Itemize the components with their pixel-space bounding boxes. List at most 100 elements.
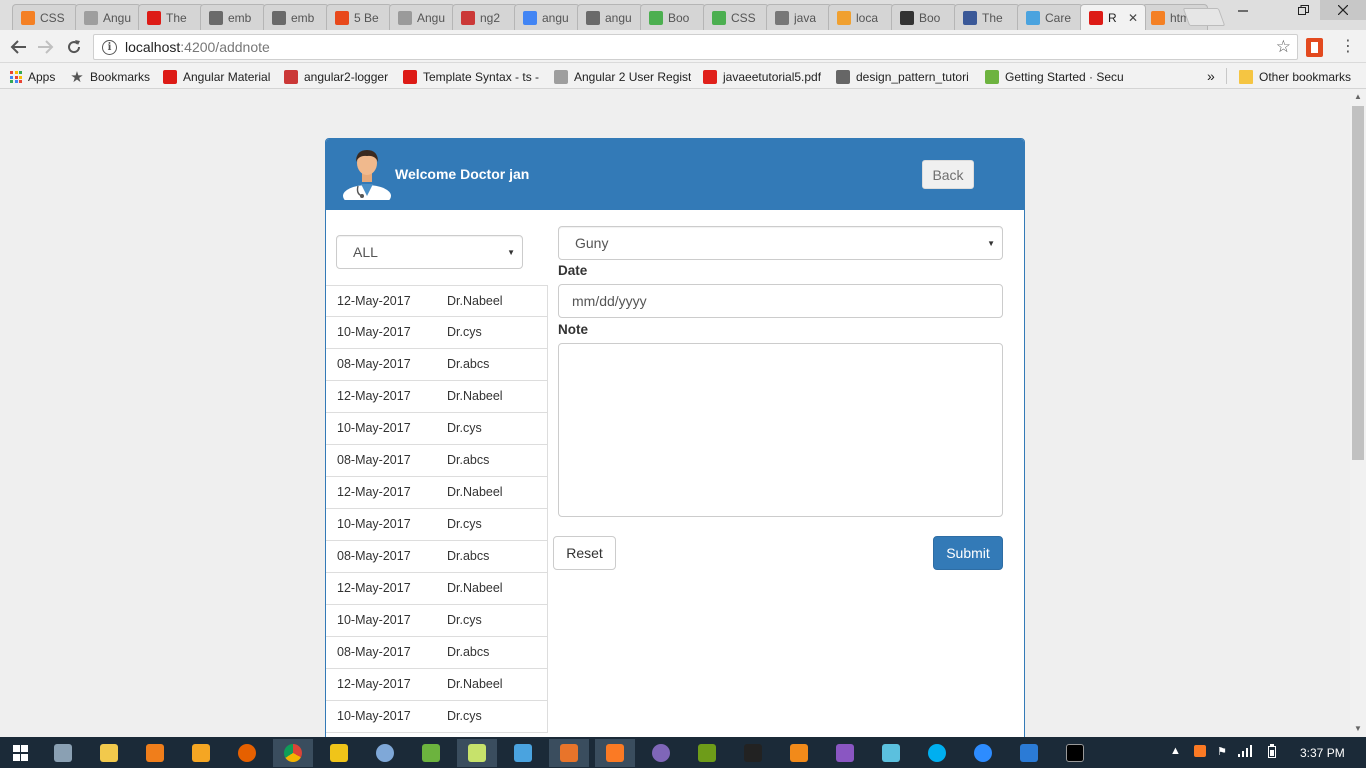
browser-tab[interactable]: The	[138, 4, 204, 30]
xampp-tray-icon[interactable]	[1194, 745, 1206, 757]
note-list-item[interactable]: 12-May-2017 Dr.Nabeel	[326, 381, 548, 413]
page-scrollbar[interactable]: ▲ ▼	[1350, 90, 1366, 737]
browser-menu-icon[interactable]: ⋮	[1340, 36, 1356, 56]
patient-select[interactable]: Guny ▼	[558, 226, 1003, 260]
submit-button[interactable]: Submit	[933, 536, 1003, 570]
clock[interactable]: 3:37 PM	[1300, 746, 1345, 760]
browser-tab[interactable]: Angu	[75, 4, 141, 30]
taskbar-button[interactable]	[963, 739, 1003, 767]
scroll-up-icon[interactable]: ▲	[1354, 92, 1362, 101]
browser-tab[interactable]: CSS	[703, 4, 769, 30]
note-list-item[interactable]: 08-May-2017 Dr.abcs	[326, 349, 548, 381]
bookmark-item[interactable]: Angular 2 User Regist	[554, 68, 691, 86]
browser-tab[interactable]: angu	[577, 4, 643, 30]
browser-tab[interactable]: angu	[514, 4, 580, 30]
note-list-item[interactable]: 10-May-2017 Dr.cys	[326, 605, 548, 637]
bookmark-item[interactable]: javaeetutorial5.pdf	[703, 68, 821, 86]
signal-icon[interactable]	[1238, 745, 1254, 757]
date-input[interactable]: mm/dd/yyyy	[558, 284, 1003, 318]
forward-nav-button[interactable]	[35, 36, 57, 58]
note-list-item[interactable]: 10-May-2017 Dr.cys	[326, 317, 548, 349]
bookmark-label: javaeetutorial5.pdf	[723, 70, 822, 84]
browser-tab[interactable]: R ✕	[1080, 4, 1146, 30]
reset-button[interactable]: Reset	[553, 536, 616, 570]
close-window-button[interactable]	[1320, 0, 1366, 20]
taskbar-button[interactable]	[733, 739, 773, 767]
doctor-filter-select[interactable]: ALL ▼	[336, 235, 523, 269]
scroll-down-icon[interactable]: ▼	[1354, 724, 1362, 733]
note-list-item[interactable]: 10-May-2017 Dr.cys	[326, 413, 548, 445]
taskbar-button[interactable]	[549, 739, 589, 767]
taskbar-button[interactable]	[181, 739, 221, 767]
taskbar-button[interactable]	[319, 739, 359, 767]
note-list-item[interactable]: 12-May-2017 Dr.Nabeel	[326, 477, 548, 509]
taskbar-button[interactable]	[273, 739, 313, 767]
site-info-icon[interactable]: i	[102, 39, 117, 55]
note-list-item[interactable]: 10-May-2017 Dr.cys	[326, 701, 548, 733]
browser-tab[interactable]: Boo	[640, 4, 706, 30]
note-list-item[interactable]: 12-May-2017 Dr.Nabeel	[326, 669, 548, 701]
browser-tab[interactable]: CSS	[12, 4, 78, 30]
new-tab-button[interactable]	[1182, 8, 1226, 26]
taskbar-button[interactable]	[779, 739, 819, 767]
taskbar-button[interactable]	[871, 739, 911, 767]
bookmark-item[interactable]: Template Syntax - ts -	[403, 68, 539, 86]
taskbar-button[interactable]	[89, 739, 129, 767]
browser-tab[interactable]: ng2	[452, 4, 518, 30]
bookmark-item[interactable]: Angular Material	[163, 68, 270, 86]
reload-button[interactable]	[63, 36, 85, 58]
taskbar-button[interactable]	[687, 739, 727, 767]
vlc-icon	[146, 744, 164, 762]
back-button[interactable]: Back	[922, 160, 974, 189]
taskbar-button[interactable]	[503, 739, 543, 767]
tray-expand-icon[interactable]: ▲	[1170, 745, 1181, 757]
browser-tab[interactable]: The	[954, 4, 1020, 30]
taskbar-button[interactable]	[43, 739, 83, 767]
note-list-item[interactable]: 10-May-2017 Dr.cys	[326, 509, 548, 541]
taskbar-button[interactable]	[457, 739, 497, 767]
note-textarea[interactable]	[558, 343, 1003, 517]
note-list-item[interactable]: 12-May-2017 Dr.Nabeel	[326, 573, 548, 605]
address-bar[interactable]: i localhost:4200/addnote ☆	[93, 34, 1298, 60]
bookmark-star-icon[interactable]: ☆	[1276, 37, 1291, 57]
taskbar-button[interactable]	[1055, 739, 1095, 767]
browser-tab[interactable]: emb	[263, 4, 329, 30]
note-list-item[interactable]: 12-May-2017 Dr.Nabeel	[326, 285, 548, 317]
note-list-item[interactable]: 08-May-2017 Dr.abcs	[326, 445, 548, 477]
browser-tab[interactable]: Boo	[891, 4, 957, 30]
flag-icon[interactable]: ⚑	[1217, 745, 1227, 758]
back-nav-button[interactable]	[7, 36, 29, 58]
note-date: 10-May-2017	[337, 325, 411, 339]
taskbar-button[interactable]	[1009, 739, 1049, 767]
note-list-item[interactable]: 08-May-2017 Dr.abcs	[326, 541, 548, 573]
browser-tab[interactable]: 5 Be	[326, 4, 392, 30]
taskbar-button[interactable]	[825, 739, 865, 767]
browser-tab[interactable]: Care	[1017, 4, 1083, 30]
taskbar-button[interactable]	[595, 739, 635, 767]
minimize-button[interactable]	[1228, 0, 1258, 20]
office-extension-icon[interactable]	[1306, 38, 1323, 57]
bookmark-item[interactable]: Apps	[10, 68, 55, 86]
bookmarks-overflow-button[interactable]: »	[1207, 67, 1215, 85]
browser-tab[interactable]: emb	[200, 4, 266, 30]
close-tab-icon[interactable]: ✕	[1125, 11, 1141, 25]
taskbar-button[interactable]	[365, 739, 405, 767]
taskbar-button[interactable]	[411, 739, 451, 767]
browser-tab[interactable]: java	[766, 4, 832, 30]
bookmark-item[interactable]: ★ Bookmarks	[70, 68, 150, 86]
restore-button[interactable]	[1288, 0, 1318, 20]
bookmark-item[interactable]: design_pattern_tutori	[836, 68, 969, 86]
bookmark-item[interactable]: Getting Started · Secu	[985, 68, 1123, 86]
browser-tab[interactable]: loca	[828, 4, 894, 30]
scrollbar-thumb[interactable]	[1352, 106, 1364, 460]
other-bookmarks[interactable]: Other bookmarks	[1239, 68, 1351, 86]
taskbar-button[interactable]	[917, 739, 957, 767]
battery-icon[interactable]	[1268, 744, 1276, 758]
taskbar-button[interactable]	[641, 739, 681, 767]
taskbar-button[interactable]	[0, 739, 40, 767]
taskbar-button[interactable]	[135, 739, 175, 767]
note-list-item[interactable]: 08-May-2017 Dr.abcs	[326, 637, 548, 669]
browser-tab[interactable]: Angu	[389, 4, 455, 30]
bookmark-item[interactable]: angular2-logger	[284, 68, 388, 86]
taskbar-button[interactable]	[227, 739, 267, 767]
